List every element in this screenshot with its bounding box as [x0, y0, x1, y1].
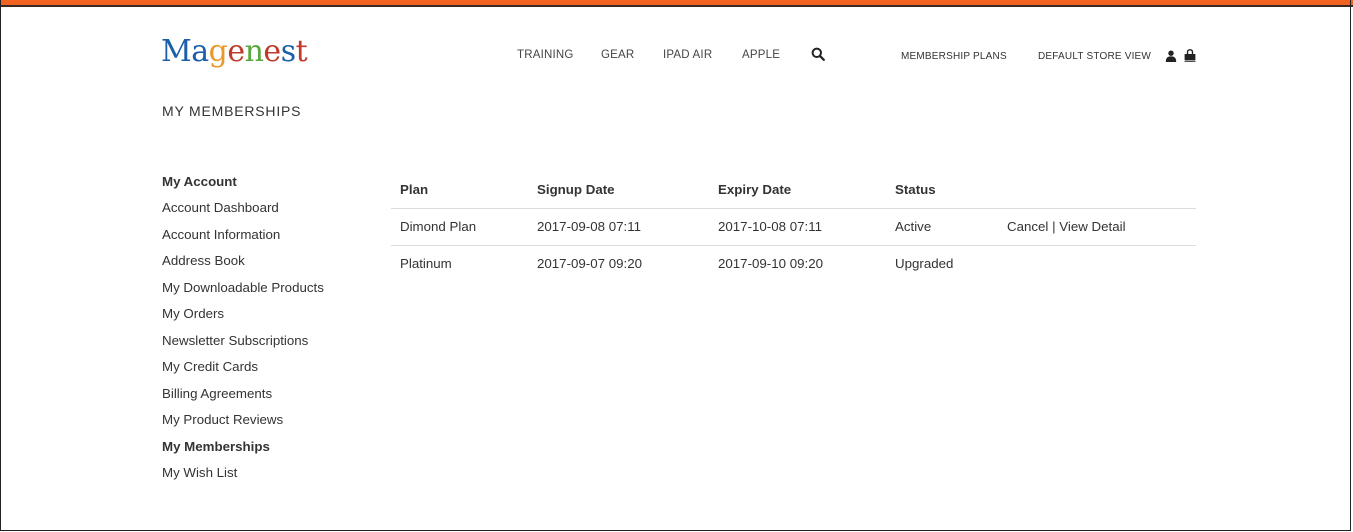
table-header: Plan Signup Date Expiry Date Status	[391, 172, 1196, 209]
view-detail-link[interactable]: View Detail	[1059, 219, 1125, 234]
nav-item-training[interactable]: TRAINING	[517, 49, 574, 61]
user-icon[interactable]	[1165, 50, 1177, 62]
cell-signup-date: 2017-09-07 09:20	[537, 256, 642, 271]
logo-letter: a	[191, 34, 209, 69]
cell-plan: Platinum	[400, 256, 452, 271]
store-view-switcher[interactable]: DEFAULT STORE VIEW	[1038, 51, 1151, 62]
cell-expiry-date: 2017-10-08 07:11	[718, 219, 822, 234]
sidebar-item-credit-cards[interactable]: My Credit Cards	[162, 358, 324, 385]
action-separator: |	[1052, 219, 1056, 234]
sidebar-item-my-orders[interactable]: My Orders	[162, 305, 324, 332]
cell-status: Upgraded	[895, 256, 954, 271]
cell-actions: Cancel | View Detail	[1007, 219, 1126, 234]
cell-expiry-date: 2017-09-10 09:20	[718, 256, 823, 271]
memberships-table: Plan Signup Date Expiry Date Status Dimo…	[391, 172, 1196, 282]
sidebar-item-downloadable-products[interactable]: My Downloadable Products	[162, 279, 324, 306]
sidebar-item-wish-list[interactable]: My Wish List	[162, 464, 324, 491]
membership-plans-link[interactable]: MEMBERSHIP PLANS	[901, 51, 1007, 62]
sidebar-item-account-dashboard[interactable]: Account Dashboard	[162, 199, 324, 226]
column-header-expiry-date: Expiry Date	[718, 182, 792, 197]
nav-item-ipad-air[interactable]: IPAD AIR	[663, 49, 712, 61]
logo-letter: s	[280, 34, 296, 69]
column-header-status: Status	[895, 182, 936, 197]
sidebar-item-newsletter-subscriptions[interactable]: Newsletter Subscriptions	[162, 332, 324, 359]
column-header-plan: Plan	[400, 182, 429, 197]
shopping-bag-icon[interactable]	[1184, 49, 1196, 62]
sidebar-item-product-reviews[interactable]: My Product Reviews	[162, 411, 324, 438]
logo-letter: M	[161, 34, 192, 69]
account-sidebar: My Account Account Dashboard Account Inf…	[162, 173, 324, 491]
nav-item-apple[interactable]: APPLE	[742, 49, 780, 61]
logo-letter: e	[227, 34, 245, 69]
sidebar-title: My Account	[162, 174, 237, 189]
table-row: Dimond Plan 2017-09-08 07:11 2017-10-08 …	[391, 209, 1196, 246]
logo-letter: n	[244, 34, 264, 69]
page-title: MY MEMBERSHIPS	[162, 103, 302, 119]
sidebar-item-billing-agreements[interactable]: Billing Agreements	[162, 385, 324, 412]
cell-plan: Dimond Plan	[400, 219, 477, 234]
sidebar-item-my-memberships[interactable]: My Memberships	[162, 438, 324, 465]
logo-letter: t	[295, 34, 308, 69]
logo-letter: e	[263, 34, 281, 69]
cancel-link[interactable]: Cancel	[1007, 219, 1048, 234]
cell-status: Active	[895, 219, 932, 234]
cell-signup-date: 2017-09-08 07:11	[537, 219, 641, 234]
magenest-logo[interactable]: Magenest	[161, 34, 308, 69]
logo-letter: g	[208, 34, 228, 69]
nav-item-gear[interactable]: GEAR	[601, 49, 634, 61]
column-header-signup-date: Signup Date	[537, 182, 615, 197]
sidebar-item-address-book[interactable]: Address Book	[162, 252, 324, 279]
sidebar-item-account-information[interactable]: Account Information	[162, 226, 324, 253]
search-icon[interactable]	[811, 47, 825, 61]
table-row: Platinum 2017-09-07 09:20 2017-09-10 09:…	[391, 246, 1196, 282]
